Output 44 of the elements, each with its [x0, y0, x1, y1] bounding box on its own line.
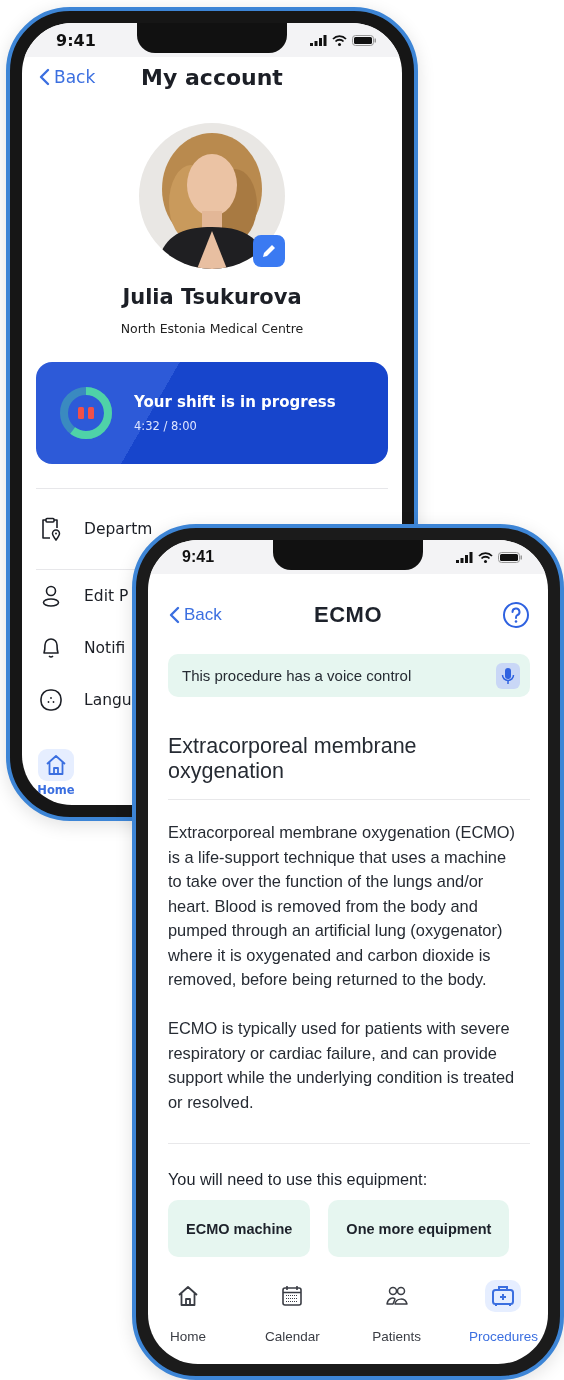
menu-item[interactable]: Departm — [84, 520, 153, 538]
medical-kit-icon — [490, 1283, 517, 1309]
question-mark-icon — [502, 601, 530, 629]
shift-time: 4:32 / 8:00 — [134, 419, 198, 433]
back-link[interactable]: Back — [168, 605, 222, 625]
screen-title: My account — [141, 64, 283, 90]
nav-tab[interactable]: Procedures — [468, 1280, 538, 1344]
chevron-left-icon — [168, 606, 180, 624]
menu-item[interactable]: Notifi — [84, 639, 126, 657]
status-time: 9:41 — [56, 30, 96, 50]
organization-name: North Estonia Medical Centre — [119, 321, 305, 336]
chevron-left-icon — [38, 68, 50, 86]
back-link[interactable]: Back — [38, 67, 96, 87]
help-icon[interactable] — [502, 601, 530, 629]
procedure-heading: Extracorporeal membrane oxygenation — [168, 734, 418, 784]
user-name: Julia Tsukurova — [120, 285, 303, 309]
equipment-chip[interactable]: One more equipment — [328, 1200, 510, 1257]
battery-icon — [352, 34, 376, 46]
status-time: 9:41 — [182, 548, 215, 566]
pencil-icon — [260, 242, 278, 260]
nav-tab[interactable]: Patients — [364, 1280, 429, 1344]
equipment-label: You will need to use this equipment: — [168, 1170, 429, 1189]
nav-tab[interactable]: Home — [156, 1280, 220, 1344]
description-paragraph: Extracorporeal membrane oxygenation (ECMO) is a life-support technique that uses a machine to take over the function of the lungs and/or heart. Blood is removed from the body and pumped through an artificial lung (oxygenator) where it is oxygenated and carbon dioxide is removed, before being returned to the body. — [168, 822, 517, 990]
menu-item[interactable]: Edit P — [84, 587, 129, 605]
nav-tab[interactable]: Calendar — [260, 1280, 325, 1344]
signal-icon — [310, 34, 327, 46]
battery-icon — [498, 551, 522, 563]
edit-photo-button[interactable] — [253, 235, 285, 267]
menu-item[interactable]: Langu — [84, 691, 132, 709]
wifi-icon — [478, 551, 493, 563]
microphone-icon — [501, 666, 515, 685]
smiley-icon — [38, 687, 64, 713]
banner-text: This procedure has a voice control — [182, 667, 412, 684]
wifi-icon — [332, 34, 347, 46]
screen-title: ECMO — [314, 602, 382, 627]
shift-status: Your shift is in progress — [134, 393, 336, 411]
equipment-chip[interactable]: ECMO machine — [168, 1200, 311, 1257]
nav-tab[interactable]: Home — [28, 749, 84, 797]
description-paragraph: ECMO is typically used for patients with severe respiratory or cardiac failure, and can provide support while the underlying condition is treated or resolved. — [168, 1018, 516, 1113]
signal-icon — [456, 551, 473, 563]
shift-card[interactable]: Your shift is in progress 4:32 / 8:00 — [36, 362, 388, 464]
shift-progress-ring — [58, 385, 114, 441]
microphone-button[interactable] — [496, 662, 520, 689]
